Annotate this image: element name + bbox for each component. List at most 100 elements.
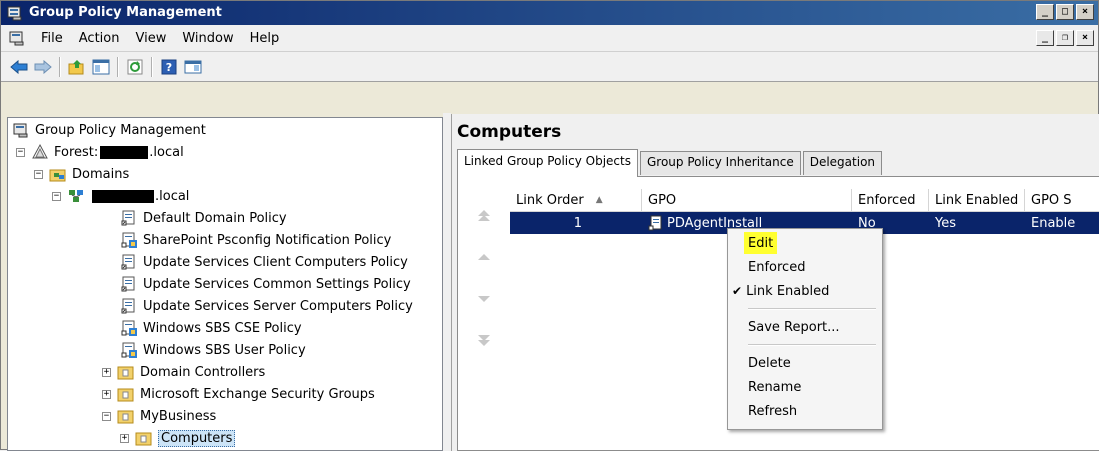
domains-folder-icon [49,169,66,182]
forest-label-prefix: Forest: [54,144,99,160]
menu-action[interactable]: Action [71,31,128,46]
back-button[interactable] [9,57,29,77]
help-button[interactable]: ? [159,57,179,77]
collapse-toggle[interactable]: − [102,411,111,421]
collapse-toggle[interactable]: − [52,191,61,201]
menu-window[interactable]: Window [174,31,241,46]
cell-link-enabled: Yes [935,215,956,231]
forward-button[interactable] [33,57,53,77]
ctx-enforced[interactable]: Enforced [748,256,805,278]
refresh-icon [127,59,143,74]
console-tree[interactable]: Group Policy Management − Forest: .local… [7,117,443,451]
move-down-icon[interactable] [476,291,492,307]
show-hide-tree-button[interactable] [91,57,111,77]
mdi-close-button[interactable]: × [1076,30,1094,46]
tab-gp-inheritance[interactable]: Group Policy Inheritance [639,151,801,175]
col-header-link-order[interactable]: Link Order ▲ [510,189,642,211]
console-icon[interactable] [9,30,25,46]
pane-splitter[interactable] [443,113,451,451]
col-header-link-enabled[interactable]: Link Enabled [929,189,1025,211]
ou-folder-icon [117,366,134,380]
menu-view[interactable]: View [127,31,174,46]
collapse-toggle[interactable]: − [34,169,43,179]
ctx-link-enabled-label: Link Enabled [746,283,830,299]
menu-file[interactable]: File [33,31,71,46]
tree-ou-domain-controllers[interactable]: + Domain Controllers [102,361,265,383]
tree-gpo-link[interactable]: Windows SBS User Policy [120,339,306,361]
action-pane-button[interactable] [183,57,203,77]
tree-gpo-link[interactable]: SharePoint Psconfig Notification Policy [120,229,391,251]
menu-separator [748,344,876,346]
action-pane-icon [184,60,202,73]
tree-gpo-link[interactable]: Update Services Server Computers Policy [120,295,413,317]
tree-ou-exchange-groups[interactable]: + Microsoft Exchange Security Groups [102,383,375,405]
title-bar: Group Policy Management _ □ × [1,1,1098,25]
maximize-button[interactable]: □ [1056,4,1074,20]
tree-node-domains[interactable]: − Domains [34,163,129,185]
forest-label-suffix: .local [149,144,184,160]
gpo-link-label: SharePoint Psconfig Notification Policy [143,232,392,248]
link-order-buttons [476,207,496,375]
back-arrow-icon [10,59,28,74]
toolbar: ? [1,52,1098,82]
expand-toggle[interactable]: + [102,389,111,399]
context-menu: Edit Enforced ✔ Link Enabled Save Report… [727,228,883,430]
grid-header: Link Order ▲ GPO Enforced Link Enabled G… [510,189,1099,212]
move-top-icon[interactable] [476,207,492,223]
checkmark-icon: ✔ [732,284,743,298]
cell-gpo-status: Enable [1031,215,1076,231]
tab-linked-gpos[interactable]: Linked Group Policy Objects [457,149,638,177]
tree-label-root: Group Policy Management [35,122,206,138]
ctx-rename[interactable]: Rename [748,376,801,398]
tree-node-forest[interactable]: − Forest: .local [16,141,184,163]
col-header-enforced[interactable]: Enforced [852,189,929,211]
tree-gpo-link[interactable]: Windows SBS CSE Policy [120,317,302,339]
folder-up-icon [68,59,84,74]
menu-help[interactable]: Help [242,31,288,46]
col-header-label: Link Order [516,192,584,208]
forward-arrow-icon [34,59,52,74]
gpo-link-label: Default Domain Policy [143,210,287,226]
tree-node-gpm-root[interactable]: Group Policy Management [12,119,206,141]
gpo-link-label: Update Services Client Computers Policy [143,254,408,270]
tab-delegation[interactable]: Delegation [802,151,883,175]
move-bottom-icon[interactable] [476,333,492,349]
tree-ou-mybusiness[interactable]: − MyBusiness [102,405,216,427]
tree-ou-computers[interactable]: + Computers [120,427,236,449]
tree-node-domain[interactable]: − .local [52,185,189,207]
gpo-link-label: Windows SBS User Policy [143,342,306,358]
col-header-gpo-status[interactable]: GPO S [1025,189,1099,211]
expand-toggle[interactable]: + [102,367,111,377]
gpo-link-label: Update Services Common Settings Policy [143,276,411,292]
gpo-link-label: Windows SBS CSE Policy [143,320,302,336]
ou-folder-icon [117,388,134,402]
mdi-restore-button[interactable]: ❐ [1056,30,1074,46]
up-level-button[interactable] [67,57,87,77]
gpo-link-icon [121,276,135,292]
col-header-gpo[interactable]: GPO [642,189,852,211]
tree-gpo-link[interactable]: Update Services Client Computers Policy [120,251,408,273]
refresh-button[interactable] [125,57,145,77]
tree-gpo-link[interactable]: Default Domain Policy [120,207,287,229]
ctx-refresh[interactable]: Refresh [748,400,797,422]
close-button[interactable]: × [1076,4,1094,20]
pane-title: Computers [457,122,562,142]
sort-ascending-icon: ▲ [595,195,603,205]
ctx-edit[interactable]: Edit [744,232,778,254]
minimize-button[interactable]: _ [1036,4,1054,20]
expand-toggle[interactable]: + [120,433,129,443]
gpo-link-wmi-icon [121,232,137,248]
console-tree-icon [92,59,110,74]
help-icon: ? [161,59,177,74]
ctx-link-enabled[interactable]: ✔ Link Enabled [732,280,829,302]
svg-text:?: ? [166,61,172,74]
tree-gpo-link[interactable]: Update Services Common Settings Policy [120,273,411,295]
tab-strip: Linked Group Policy Objects Group Policy… [457,149,884,177]
gpo-link-icon [121,298,135,314]
mdi-minimize-button[interactable]: _ [1036,30,1054,46]
ctx-save-report[interactable]: Save Report... [748,316,840,338]
collapse-toggle[interactable]: − [16,147,25,157]
move-up-icon[interactable] [476,249,492,265]
ctx-delete[interactable]: Delete [748,352,791,374]
redacted-forest-name [100,145,149,159]
